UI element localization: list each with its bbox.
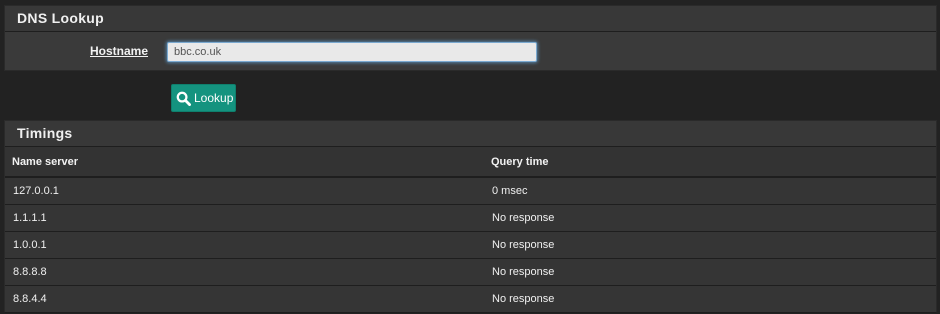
hostname-input[interactable] xyxy=(167,42,537,62)
table-header-row: Name server Query time xyxy=(5,147,936,178)
table-row: 127.0.0.1 0 msec xyxy=(5,177,936,205)
timings-table: Name server Query time 127.0.0.1 0 msec … xyxy=(5,147,936,313)
query-time-cell: No response xyxy=(484,231,936,259)
column-header-query-time: Query time xyxy=(484,147,936,178)
table-row: 1.0.0.1 No response xyxy=(5,231,936,259)
table-row: 8.8.4.4 No response xyxy=(5,285,936,313)
query-time-cell: No response xyxy=(484,258,936,286)
timings-panel-title: Timings xyxy=(5,121,936,147)
search-icon xyxy=(176,91,191,106)
lookup-button-label: Lookup xyxy=(194,91,234,105)
column-header-name-server: Name server xyxy=(5,147,484,178)
query-time-cell: No response xyxy=(484,204,936,232)
lookup-button[interactable]: Lookup xyxy=(171,84,236,112)
timings-panel: Timings Name server Query time 127.0.0.1… xyxy=(4,120,937,313)
hostname-label: Hostname xyxy=(90,44,149,58)
dns-lookup-panel: DNS Lookup Hostname xyxy=(4,5,937,71)
name-server-cell: 1.0.0.1 xyxy=(5,231,484,259)
name-server-cell: 1.1.1.1 xyxy=(5,204,484,232)
name-server-cell: 8.8.4.4 xyxy=(5,285,484,313)
query-time-cell: 0 msec xyxy=(484,177,936,205)
dns-lookup-panel-title: DNS Lookup xyxy=(5,6,936,32)
table-row: 8.8.8.8 No response xyxy=(5,258,936,286)
query-time-cell: No response xyxy=(484,285,936,313)
name-server-cell: 8.8.8.8 xyxy=(5,258,484,286)
name-server-cell: 127.0.0.1 xyxy=(5,177,484,205)
table-row: 1.1.1.1 No response xyxy=(5,204,936,232)
dns-lookup-form: Hostname xyxy=(5,32,936,70)
